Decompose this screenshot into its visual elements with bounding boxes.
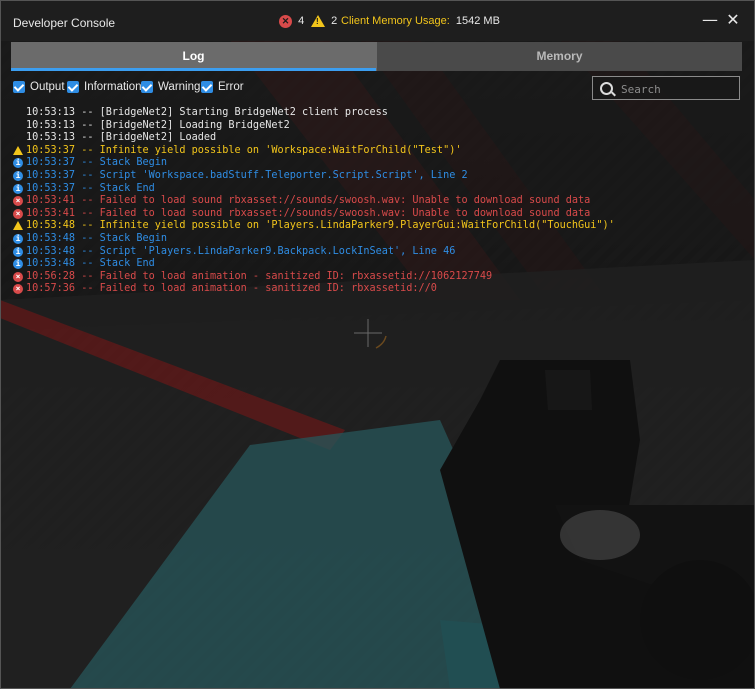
log-entry: i 10:53:48 -- Stack Begin [11,233,711,246]
tab-memory[interactable]: Memory [377,42,742,71]
memory-usage-label: Client Memory Usage: [341,15,450,27]
filter-warning-label: Warning [158,81,201,93]
minimize-button[interactable]: — [701,11,719,29]
error-icon: ✕ [279,15,292,28]
filter-error-label: Error [218,81,244,93]
log-output: 10:53:13 -- [BridgeNet2] Starting Bridge… [11,107,711,296]
info-icon: i [13,170,23,181]
checkbox-icon[interactable] [13,81,25,93]
log-entry: 10:53:48 -- Infinite yield possible on '… [11,220,711,233]
log-entry-text: 10:53:37 -- Stack Begin [26,157,168,169]
log-entry: × 10:57:36 -- Failed to load animation - … [11,283,711,296]
log-entry-text: 10:53:48 -- Infinite yield possible on '… [26,220,615,232]
error-count-indicator[interactable]: ✕ 4 [279,15,304,28]
checkbox-icon[interactable] [201,81,213,93]
tab-log[interactable]: Log [11,42,376,71]
log-entry: 10:53:13 -- [BridgeNet2] Loading BridgeN… [11,120,711,133]
log-entry-text: 10:53:41 -- Failed to load sound rbxasse… [26,195,591,207]
log-entry-text: 10:56:28 -- Failed to load animation - s… [26,270,493,282]
log-entry-text: 10:53:13 -- [BridgeNet2] Loaded [26,132,217,144]
log-entry-text: 10:53:48 -- Script 'Players.LindaParker9… [26,245,456,257]
error-icon: × [13,208,23,219]
search-input[interactable] [619,79,738,99]
error-icon: × [13,271,23,282]
warning-icon [13,145,23,155]
log-entry: i 10:53:37 -- Script 'Workspace.badStuff.… [11,170,711,183]
error-icon: × [13,284,23,295]
error-count: 4 [298,15,305,28]
memory-usage: Client Memory Usage: 1542 MB [341,15,500,27]
checkbox-icon[interactable] [67,81,79,93]
warning-icon: ! [311,15,325,28]
log-entry-text: 10:57:36 -- Failed to load animation - s… [26,283,437,295]
log-entry-text: 10:53:37 -- Script 'Workspace.badStuff.T… [26,169,468,181]
log-entry-text: 10:53:37 -- Stack End [26,182,155,194]
warning-count-indicator[interactable]: ! 2 [311,15,338,28]
search-box[interactable] [592,76,740,100]
memory-usage-value: 1542 MB [455,15,500,27]
filter-error[interactable]: Error [201,81,244,93]
checkbox-icon[interactable] [141,81,153,93]
log-entry: i 10:53:48 -- Stack End [11,258,711,271]
log-entry: i 10:53:37 -- Stack Begin [11,157,711,170]
log-entry-text: 10:53:13 -- [BridgeNet2] Loading BridgeN… [26,119,290,131]
log-entry-text: 10:53:48 -- Stack Begin [26,232,168,244]
close-button[interactable]: ✕ [724,11,742,29]
info-icon: i [13,246,23,257]
info-icon: i [13,183,23,194]
tab-bar: Log Memory [11,42,742,71]
log-entry: 10:53:13 -- [BridgeNet2] Loaded [11,132,711,145]
filter-output-label: Output [30,81,65,93]
window-title: Developer Console [13,16,116,30]
title-bar: Developer Console ✕ 4 ! 2 Client Memory … [1,1,754,41]
info-icon: i [13,233,23,244]
filter-information[interactable]: Information [67,81,142,93]
log-entry: 10:53:13 -- [BridgeNet2] Starting Bridge… [11,107,711,120]
log-entry-text: 10:53:41 -- Failed to load sound rbxasse… [26,207,591,219]
search-icon [600,82,613,95]
filter-warning[interactable]: Warning [141,81,200,93]
log-entry: i 10:53:48 -- Script 'Players.LindaParker… [11,246,711,259]
log-entry: × 10:53:41 -- Failed to load sound rbxass… [11,208,711,221]
log-entry: × 10:56:28 -- Failed to load animation - … [11,271,711,284]
log-entry: 10:53:37 -- Infinite yield possible on '… [11,145,711,158]
developer-console-window: Developer Console ✕ 4 ! 2 Client Memory … [0,0,755,689]
warning-count: 2 [331,15,338,27]
log-entry-text: 10:53:13 -- [BridgeNet2] Starting Bridge… [26,107,388,118]
error-icon: × [13,196,23,207]
info-icon: i [13,158,23,169]
log-entry-text: 10:53:37 -- Infinite yield possible on '… [26,144,462,156]
filter-information-label: Information [84,81,142,93]
warning-icon [13,221,23,231]
filter-output[interactable]: Output [13,81,65,93]
info-icon: i [13,259,23,270]
log-entry: × 10:53:41 -- Failed to load sound rbxass… [11,195,711,208]
log-entry: i 10:53:37 -- Stack End [11,183,711,196]
log-entry-text: 10:53:48 -- Stack End [26,258,155,270]
